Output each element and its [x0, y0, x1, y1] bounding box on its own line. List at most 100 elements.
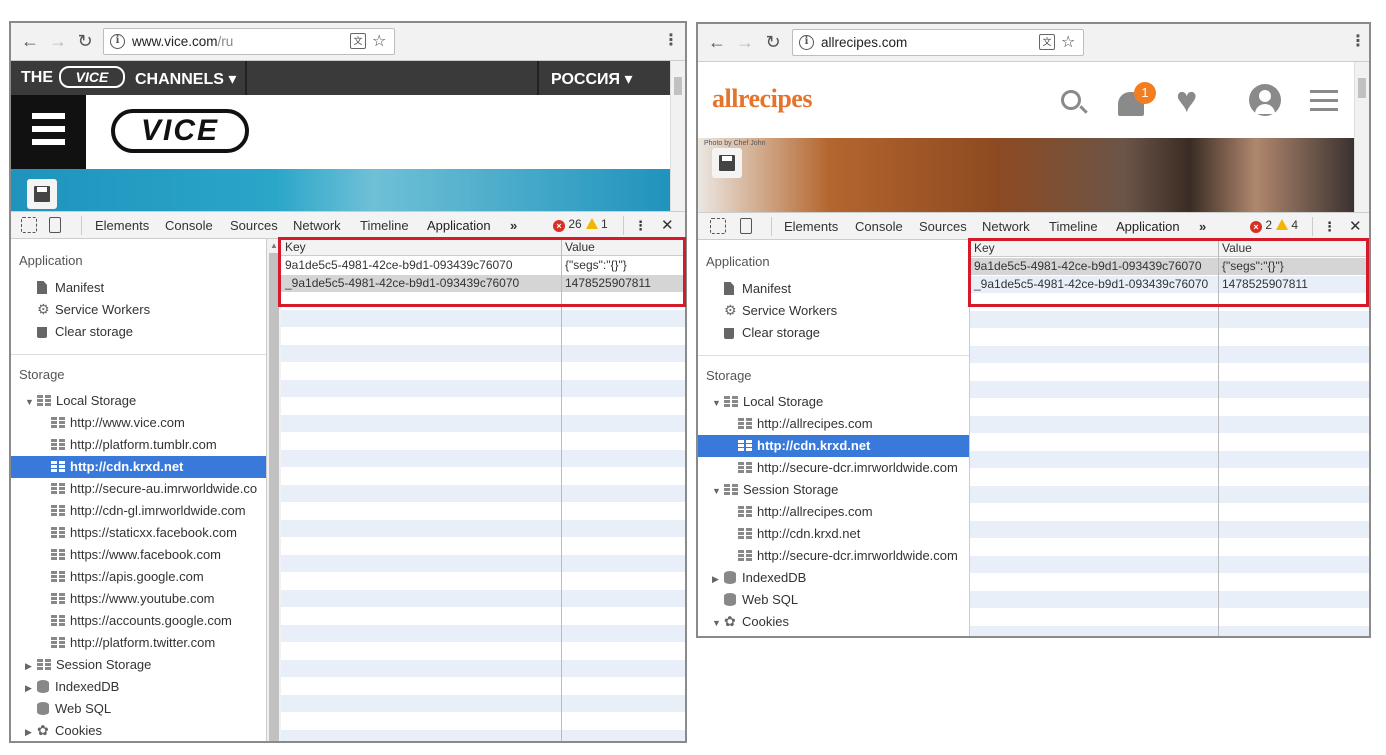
devtools-menu-icon[interactable]: ⋮: [1323, 219, 1336, 235]
tab-timeline[interactable]: Timeline: [1049, 219, 1098, 234]
close-devtools-icon[interactable]: ✕: [661, 216, 674, 234]
sidebar-item-manifest[interactable]: Manifest: [698, 278, 969, 300]
channels-menu[interactable]: CHANNELS ▾: [135, 69, 236, 89]
region-menu[interactable]: РОССИЯ ▾: [551, 69, 633, 89]
sidebar-item-local-storage[interactable]: ▼ Local Storage: [11, 390, 266, 412]
tab-sources[interactable]: Sources: [230, 218, 278, 233]
address-bar[interactable]: i www.vice.com/ru 文 ☆: [103, 28, 395, 55]
tab-network[interactable]: Network: [293, 218, 341, 233]
expand-right-icon[interactable]: ▶: [25, 677, 37, 698]
expand-down-icon[interactable]: ▼: [712, 480, 724, 501]
sidebar-item-websql[interactable]: Web SQL: [11, 698, 266, 720]
origin-label: http://cdn.krxd.net: [757, 526, 861, 541]
sidebar-item-origin[interactable]: http://allrecipes.com: [698, 501, 969, 523]
inspect-icon[interactable]: [21, 217, 37, 233]
sidebar-item-origin[interactable]: https://accounts.google.com: [11, 610, 266, 632]
sidebar-item-origin[interactable]: http://www.vice.com: [11, 412, 266, 434]
allrecipes-logo[interactable]: allrecipes: [712, 84, 812, 114]
reload-icon[interactable]: ↻: [74, 31, 96, 51]
sidebar-item-websql[interactable]: Web SQL: [698, 589, 969, 611]
sidebar-item-origin[interactable]: http://cdn.krxd.net: [698, 523, 969, 545]
info-icon[interactable]: i: [110, 34, 125, 49]
sidebar-item-clear-storage[interactable]: Clear storage: [698, 322, 969, 344]
sidebar-item-indexeddb[interactable]: ▶ IndexedDB: [698, 567, 969, 589]
tab-application[interactable]: Application: [1116, 219, 1180, 234]
sidebar-item-origin[interactable]: http://allrecipes.com: [698, 413, 969, 435]
vice-small-logo[interactable]: VICE: [59, 66, 125, 88]
info-icon[interactable]: i: [799, 35, 814, 50]
device-toggle-icon[interactable]: [740, 218, 752, 234]
sidebar-item-origin[interactable]: https://staticxx.facebook.com: [11, 522, 266, 544]
star-icon[interactable]: ☆: [372, 31, 386, 51]
more-tabs-icon[interactable]: »: [1199, 219, 1206, 234]
sidebar-item-origin[interactable]: https://www.youtube.com: [11, 588, 266, 610]
sidebar-item-cookies[interactable]: ▼ ✿ Cookies: [698, 611, 969, 633]
empty-row: [970, 450, 1369, 468]
tab-network[interactable]: Network: [982, 219, 1030, 234]
inspect-icon[interactable]: [710, 218, 726, 234]
tab-console[interactable]: Console: [855, 219, 903, 234]
expand-down-icon[interactable]: ▼: [712, 392, 724, 413]
profile-avatar-icon[interactable]: [1249, 84, 1281, 116]
device-toggle-icon[interactable]: [49, 217, 61, 233]
tab-elements[interactable]: Elements: [784, 219, 838, 234]
sidebar-item-manifest[interactable]: Manifest: [11, 277, 266, 299]
expand-right-icon[interactable]: ▶: [25, 721, 37, 741]
star-icon[interactable]: ☆: [1061, 32, 1075, 52]
address-bar[interactable]: i allrecipes.com 文 ☆: [792, 29, 1084, 56]
sidebar-item-service-workers[interactable]: ⚙ Service Workers: [11, 299, 266, 321]
expand-right-icon[interactable]: ▶: [712, 568, 724, 589]
expand-right-icon[interactable]: ▶: [25, 655, 37, 676]
tab-console[interactable]: Console: [165, 218, 213, 233]
forward-arrow-icon[interactable]: →: [734, 32, 756, 52]
tab-elements[interactable]: Elements: [95, 218, 149, 233]
sidebar-item-clear-storage[interactable]: Clear storage: [11, 321, 266, 343]
vice-logo[interactable]: VICE: [111, 109, 249, 153]
chrome-menu-icon[interactable]: ⋮: [1350, 32, 1366, 52]
sidebar-item-origin[interactable]: https://www.facebook.com: [11, 544, 266, 566]
tab-sources[interactable]: Sources: [919, 219, 967, 234]
sidebar-item-local-storage[interactable]: ▼ Local Storage: [698, 391, 969, 413]
sidebar-item-origin[interactable]: http://platform.twitter.com: [11, 632, 266, 654]
page-scrollbar[interactable]: [1354, 62, 1369, 212]
favorites-heart-icon[interactable]: ♥: [1176, 82, 1197, 118]
highlight-box: [968, 238, 1369, 307]
devtools-menu-icon[interactable]: ⋮: [634, 218, 647, 234]
sidebar-item-cookies[interactable]: ▶ ✿ Cookies: [11, 720, 266, 741]
back-arrow-icon[interactable]: ←: [19, 31, 41, 51]
sidebar-item-session-storage[interactable]: ▼ Session Storage: [698, 479, 969, 501]
reload-icon[interactable]: ↻: [762, 32, 784, 52]
sidebar-item-session-storage[interactable]: ▶ Session Storage: [11, 654, 266, 676]
translate-icon[interactable]: 文: [1039, 34, 1055, 50]
error-counter[interactable]: × 26 1: [553, 217, 608, 232]
error-counter[interactable]: × 2 4: [1250, 218, 1298, 233]
hamburger-menu-icon[interactable]: [11, 95, 86, 169]
sidebar-item-indexeddb[interactable]: ▶ IndexedDB: [11, 676, 266, 698]
sidebar-item-origin[interactable]: http://cdn-gl.imrworldwide.com: [11, 500, 266, 522]
expand-down-icon[interactable]: ▼: [712, 612, 724, 633]
sidebar-scrollbar[interactable]: ▲: [267, 239, 281, 741]
tab-application[interactable]: Application: [427, 218, 491, 233]
save-icon[interactable]: [712, 148, 742, 178]
sidebar-item-origin[interactable]: http://cdn.krxd.net: [698, 435, 969, 457]
sidebar-item-origin[interactable]: http://secure-au.imrworldwide.co: [11, 478, 266, 500]
empty-row: [970, 310, 1369, 328]
more-tabs-icon[interactable]: »: [510, 218, 517, 233]
expand-down-icon[interactable]: ▼: [25, 391, 37, 412]
hamburger-menu-icon[interactable]: [1310, 90, 1338, 93]
translate-icon[interactable]: 文: [350, 33, 366, 49]
column-divider[interactable]: [561, 239, 562, 741]
sidebar-item-origin[interactable]: http://platform.tumblr.com: [11, 434, 266, 456]
close-devtools-icon[interactable]: ✕: [1349, 217, 1362, 235]
sidebar-item-origin[interactable]: http://cdn.krxd.net: [11, 456, 266, 478]
sidebar-item-origin[interactable]: http://secure-dcr.imrworldwide.com: [698, 457, 969, 479]
page-scrollbar[interactable]: [670, 61, 685, 211]
sidebar-item-origin[interactable]: http://secure-dcr.imrworldwide.com: [698, 545, 969, 567]
sidebar-item-origin[interactable]: https://apis.google.com: [11, 566, 266, 588]
save-icon[interactable]: [27, 179, 57, 209]
forward-arrow-icon[interactable]: →: [47, 31, 69, 51]
back-arrow-icon[interactable]: ←: [706, 32, 728, 52]
sidebar-item-service-workers[interactable]: ⚙ Service Workers: [698, 300, 969, 322]
chrome-menu-icon[interactable]: ⋮: [663, 31, 679, 51]
tab-timeline[interactable]: Timeline: [360, 218, 409, 233]
